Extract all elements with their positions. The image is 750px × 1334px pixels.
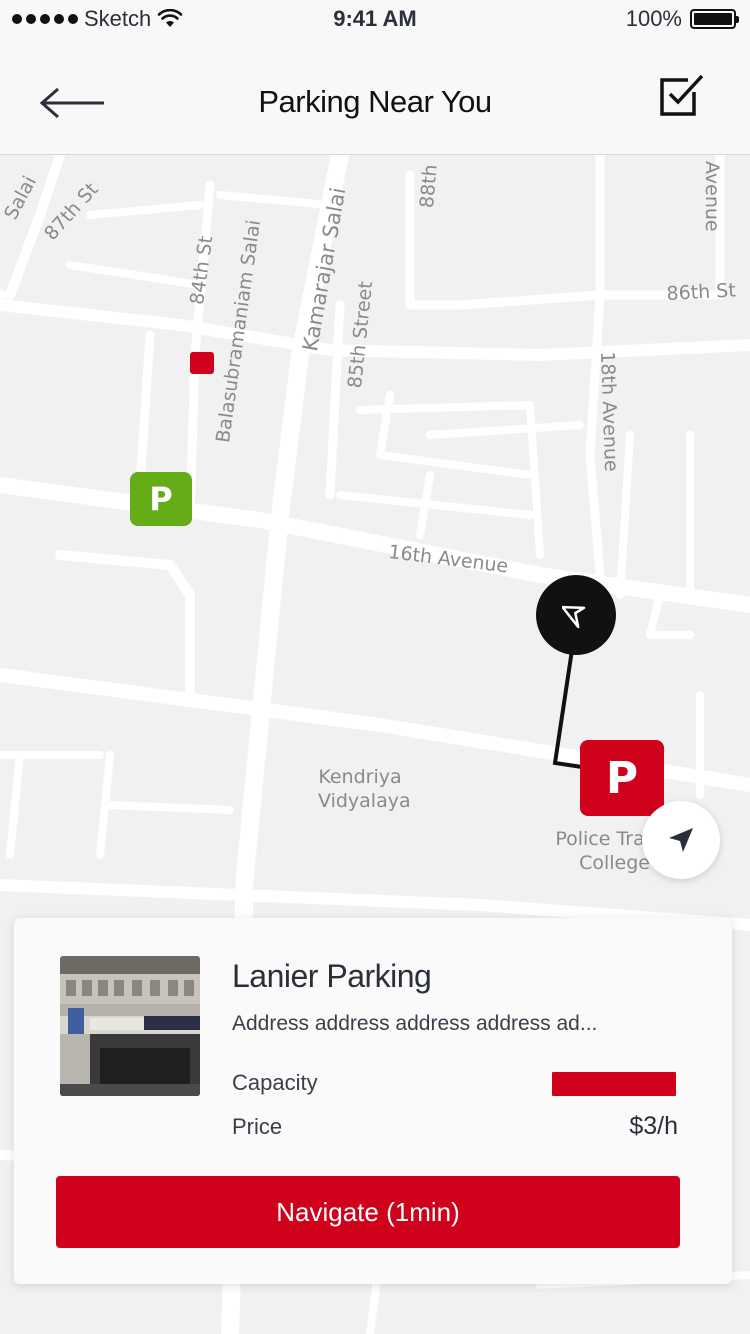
navigate-button[interactable]: Navigate (1min) [56, 1176, 680, 1248]
battery-percent: 100% [625, 6, 682, 31]
parking-pin-selected[interactable]: P [580, 740, 664, 816]
place-label: Police Trai College [540, 827, 650, 875]
page-title: Parking Near You [258, 84, 492, 119]
street-label: Avenue [701, 161, 723, 232]
locate-me-button[interactable] [642, 801, 720, 879]
street-label: 88th [416, 163, 442, 209]
price-value: $3/h [629, 1112, 678, 1140]
battery-group: 100% [625, 6, 739, 32]
battery-icon [690, 9, 739, 29]
checkbox-checked-icon [660, 74, 704, 116]
place-name: Police Trai College [555, 828, 650, 874]
street-label: 86th St [666, 279, 737, 305]
parking-pin-green[interactable]: P [130, 472, 192, 526]
capacity-indicator [552, 1072, 676, 1096]
price-label: Price [232, 1114, 283, 1139]
location-arrow-icon [669, 828, 693, 852]
current-position-marker [536, 575, 616, 655]
street-label: 18th Avenue [596, 351, 623, 473]
parking-detail-card[interactable]: Lanier Parking Address address address a… [14, 918, 732, 1284]
status-bar: Sketch 9:41 AM 100% [0, 0, 750, 40]
capacity-label: Capacity [232, 1070, 318, 1095]
parking-title: Lanier Parking [232, 958, 432, 994]
checklist-button[interactable] [656, 70, 708, 122]
place-label: Kendriya Vidyalaya [318, 765, 411, 813]
navigation-arrow-icon [562, 605, 586, 629]
place-name: Kendriya Vidyalaya [318, 766, 411, 812]
parking-marker-small[interactable] [190, 352, 214, 374]
parking-address: Address address address address ad... [232, 1012, 598, 1035]
navigation-bar: Parking Near You [0, 40, 750, 155]
parking-photo [60, 956, 200, 1096]
